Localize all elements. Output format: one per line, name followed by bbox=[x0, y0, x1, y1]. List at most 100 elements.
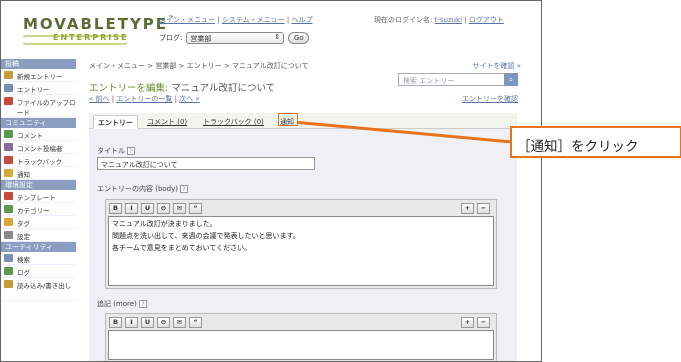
blog-select-value: 営業部 bbox=[190, 35, 212, 43]
sidebar-item-entries[interactable]: エントリー bbox=[1, 82, 76, 95]
bold-button[interactable]: B bbox=[109, 317, 122, 328]
go-button[interactable]: Go bbox=[288, 32, 310, 44]
sidebar-item-notification[interactable]: 通知 bbox=[1, 167, 76, 180]
sidebar-item-label: 読み込み/書き出し bbox=[17, 282, 72, 290]
tab-trackbacks-label: トラックバック (0) bbox=[203, 118, 264, 126]
tab-entry[interactable]: エントリー bbox=[93, 115, 138, 129]
sidebar-item-label: 新規エントリー bbox=[17, 73, 63, 81]
tab-comments-label: コメント (0) bbox=[147, 118, 188, 126]
prev-link[interactable]: « 前へ bbox=[89, 95, 110, 103]
quote-icon[interactable]: “ bbox=[189, 317, 202, 328]
email-icon[interactable]: ✉ bbox=[173, 317, 186, 328]
log-icon bbox=[4, 267, 13, 275]
sidebar-item-commenter[interactable]: コメント投稿者 bbox=[1, 141, 76, 154]
upload-icon bbox=[4, 97, 13, 105]
sidebar-section-title: ユーティリティ bbox=[1, 242, 76, 252]
link-icon[interactable]: ⊖ bbox=[157, 203, 170, 214]
more-textarea[interactable] bbox=[108, 330, 494, 360]
sidebar-item-label: コメント投稿者 bbox=[17, 145, 63, 153]
underline-button[interactable]: U bbox=[141, 203, 154, 214]
top-nav: メイン・メニュー | システム・メニュー | ヘルプ bbox=[159, 15, 312, 25]
shrink-icon[interactable]: − bbox=[477, 203, 490, 214]
link-icon[interactable]: ⊖ bbox=[157, 317, 170, 328]
title-label-text: タイトル bbox=[97, 147, 125, 155]
sidebar-item-label: 設定 bbox=[17, 233, 30, 241]
body-textarea[interactable]: マニュアル改訂が決まりました。 問題点を洗い出して、来週の会議で発表したいと思い… bbox=[108, 216, 494, 286]
template-icon bbox=[4, 192, 13, 200]
view-entry-link[interactable]: エントリーを確認 bbox=[462, 94, 518, 104]
sidebar-item-label: 通知 bbox=[17, 171, 30, 179]
more-toolbar: B I U ⊖ ✉ “ + − bbox=[106, 314, 496, 330]
sidebar-item-import-export[interactable]: 読み込み/書き出し bbox=[1, 278, 76, 301]
new-entry-icon bbox=[4, 71, 13, 79]
sidebar-item-label: タグ bbox=[17, 220, 30, 228]
trackback-icon bbox=[4, 156, 13, 164]
body-line: マニュアル改訂が決まりました。 bbox=[112, 220, 217, 228]
nav-system-menu[interactable]: システム・メニュー bbox=[222, 16, 285, 24]
tab-trackbacks[interactable]: トラックバック (0) bbox=[199, 115, 268, 129]
search-input[interactable]: 検索 エントリー bbox=[398, 73, 518, 86]
nav-sep: | bbox=[286, 16, 290, 24]
body-line: 各チームで意見をまとめておいてください。 bbox=[112, 244, 252, 252]
sidebar-item-trackback[interactable]: トラックバック bbox=[1, 154, 76, 167]
sidebar-item-upload[interactable]: ファイルのアップロード bbox=[1, 95, 76, 118]
tab-comments[interactable]: コメント (0) bbox=[143, 115, 191, 129]
sidebar-item-comment[interactable]: コメント bbox=[1, 128, 76, 141]
title-field[interactable]: マニュアル改訂について bbox=[97, 157, 315, 170]
sidebar-item-label: ログ bbox=[17, 269, 30, 277]
user-info: 現在のログイン名: t-suzuki | ログアウト bbox=[374, 15, 504, 25]
sidebar-item-template[interactable]: テンプレート bbox=[1, 190, 76, 203]
sidebar-item-search[interactable]: 検索 bbox=[1, 252, 76, 265]
select-arrow-icon: ⇕ bbox=[274, 33, 281, 41]
tag-icon bbox=[4, 218, 13, 226]
sidebar-item-label: トラックバック bbox=[17, 158, 63, 166]
bold-button[interactable]: B bbox=[109, 203, 122, 214]
sidebar-item-settings[interactable]: 設定 bbox=[1, 229, 76, 242]
nav-help[interactable]: ヘルプ bbox=[291, 16, 312, 24]
italic-button[interactable]: I bbox=[125, 203, 138, 214]
sidebar-section-title: 投稿 bbox=[1, 59, 76, 69]
sidebar-item-category[interactable]: カテゴリー bbox=[1, 203, 76, 216]
sidebar-item-log[interactable]: ログ bbox=[1, 265, 76, 278]
import-export-icon bbox=[4, 280, 13, 288]
login-prefix: 現在のログイン名: bbox=[374, 16, 433, 24]
logout-link[interactable]: ログアウト bbox=[469, 16, 504, 24]
breadcrumb: メイン・メニュー > 営業部 > エントリー > マニュアル改訂について bbox=[89, 62, 309, 70]
quote-icon[interactable]: “ bbox=[189, 203, 202, 214]
nav-sep: | bbox=[464, 16, 467, 24]
next-link[interactable]: 次へ » bbox=[179, 95, 200, 103]
settings-icon bbox=[4, 231, 13, 239]
italic-button[interactable]: I bbox=[125, 317, 138, 328]
entry-list-link[interactable]: エントリーの一覧 bbox=[116, 95, 172, 103]
search-icon bbox=[4, 254, 13, 262]
notification-icon bbox=[4, 169, 13, 177]
help-icon[interactable]: ? bbox=[127, 147, 135, 155]
sidebar-item-label: 検索 bbox=[17, 256, 30, 264]
body-label: エントリーの内容 (body)? bbox=[97, 184, 188, 194]
view-site-link[interactable]: サイトを確認 » bbox=[472, 61, 521, 71]
blog-select[interactable]: 営業部 ⇕ bbox=[186, 32, 285, 44]
sidebar-item-new-entry[interactable]: 新規エントリー bbox=[1, 69, 76, 82]
shrink-icon[interactable]: − bbox=[477, 317, 490, 328]
page-title-prefix: エントリーを編集: bbox=[89, 83, 169, 94]
sidebar-section-title: 環境設定 bbox=[1, 180, 76, 190]
commenter-icon bbox=[4, 143, 13, 151]
username-link[interactable]: t-suzuki bbox=[435, 16, 462, 24]
more-editor: B I U ⊖ ✉ “ + − bbox=[105, 313, 497, 361]
help-icon[interactable]: ? bbox=[138, 300, 147, 308]
expand-icon[interactable]: + bbox=[461, 317, 474, 328]
logo-text: MOVABLETYPE bbox=[23, 15, 169, 33]
sidebar-section-title: コミュニティ bbox=[1, 118, 76, 128]
nav-main-menu[interactable]: メイン・メニュー bbox=[159, 16, 215, 24]
callout-box: ［通知］をクリック bbox=[510, 126, 681, 158]
sidebar-item-tag[interactable]: タグ bbox=[1, 216, 76, 229]
underline-button[interactable]: U bbox=[141, 317, 154, 328]
email-icon[interactable]: ✉ bbox=[173, 203, 186, 214]
body-editor: B I U ⊖ ✉ “ + − マニュアル改訂が決まりました。 問題点を洗い出し… bbox=[105, 199, 497, 289]
blog-label: ブログ: bbox=[159, 34, 183, 42]
entry-form: タイトル? マニュアル改訂について エントリーの内容 (body)? B I U… bbox=[89, 129, 517, 361]
more-label: 追記 (more)? bbox=[97, 299, 147, 309]
help-icon[interactable]: ? bbox=[180, 185, 188, 193]
expand-icon[interactable]: + bbox=[461, 203, 474, 214]
search-button-icon[interactable]: ⌕ bbox=[504, 73, 518, 86]
